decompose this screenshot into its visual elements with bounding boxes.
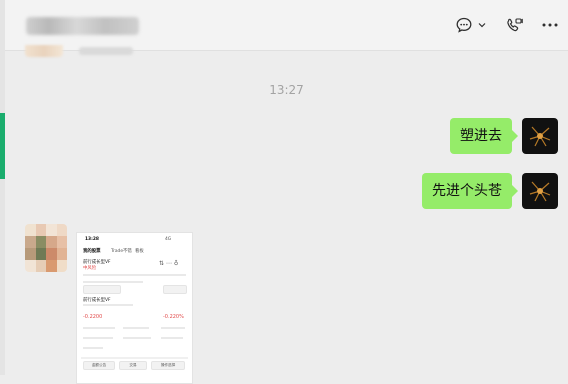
shared-screenshot-image[interactable]: 13:28 4G 我的股票 Trade不错 看板 前行成长型VF 中风险 ⇅ ⋯… [76,232,193,384]
message-bubble[interactable]: 先进个头苍 [422,173,518,209]
screenshot-divider [83,337,113,339]
screenshot-divider [83,304,133,306]
screenshot-button [83,285,121,294]
screenshot-divider [161,337,183,339]
screenshot-divider [83,327,115,329]
screenshot-value-red: -0.2200 [83,314,103,320]
screenshot-divider [81,357,188,359]
chat-bubble-icon[interactable] [453,14,475,36]
screenshot-tab-main: 我的股票 [83,249,101,254]
screenshot-footer-button: 操作选择 [151,361,185,370]
screenshot-footer-button: 交易 [119,361,147,370]
message-partial [79,47,133,55]
screenshot-divider [83,347,103,349]
screenshot-tag: 中风险 [83,266,97,271]
more-horizontal-icon[interactable] [539,14,561,36]
avatar-partial [25,45,63,57]
timestamp: 13:27 [269,83,304,97]
avatar[interactable] [522,173,558,209]
screenshot-signal: 4G [165,237,172,242]
screenshot-divider [83,281,143,283]
chevron-down-icon[interactable] [476,14,488,36]
screenshot-fund-2: 前行成长型VF [83,298,111,303]
chat-title-blurred [26,17,139,35]
screenshot-tab-3: 看板 [135,249,144,254]
screenshot-tab-2: Trade不错 [111,249,132,254]
screenshot-divider [123,327,149,329]
screenshot-button [163,285,187,294]
screenshot-footer-button: 金额公告 [83,361,115,370]
screenshot-divider [161,327,185,329]
video-call-icon[interactable] [503,14,525,36]
screenshot-icons: ⇅ ⋯ ♁ [159,260,179,267]
avatar[interactable] [522,118,558,154]
screenshot-value-red-2: -0.220% [163,314,184,320]
message-bubble[interactable]: 塑进去 [450,118,518,154]
chat-header [5,0,568,51]
screenshot-divider [83,274,186,276]
avatar-pixelated[interactable] [25,224,67,272]
chat-area[interactable]: 13:27 塑进去 先进个头苍 13:28 4G 我的股票 Trade不错 看板… [5,45,568,384]
screenshot-divider [123,337,151,339]
screenshot-time: 13:28 [85,237,99,242]
